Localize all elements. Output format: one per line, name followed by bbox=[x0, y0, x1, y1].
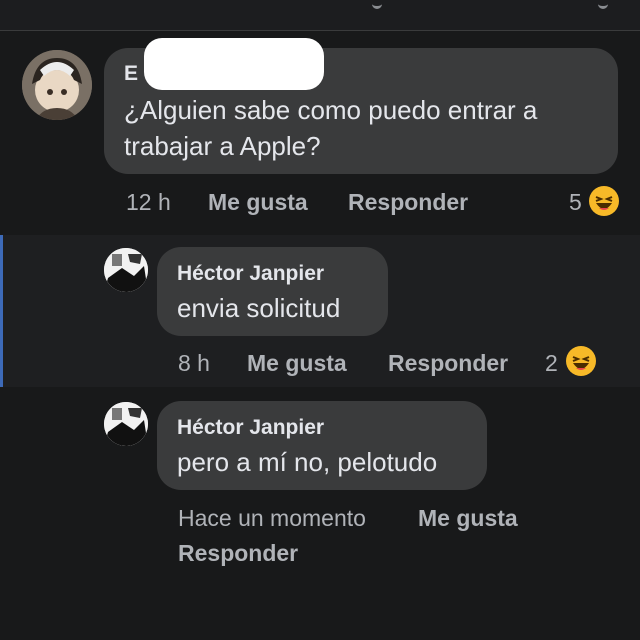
redaction-mark bbox=[144, 38, 324, 90]
top-bar-mark bbox=[372, 0, 382, 9]
reply-highlight-bar bbox=[0, 235, 3, 387]
top-bar bbox=[0, 0, 640, 31]
like-button[interactable]: Me gusta bbox=[208, 189, 308, 216]
avatar[interactable] bbox=[22, 50, 92, 120]
manga-avatar-icon bbox=[104, 248, 148, 292]
avatar[interactable] bbox=[104, 402, 148, 446]
comment-time[interactable]: Hace un momento bbox=[178, 505, 366, 532]
anime-avatar-icon bbox=[22, 50, 92, 120]
reaction-count[interactable]: 2 bbox=[545, 350, 558, 377]
laugh-emoji-icon[interactable] bbox=[589, 186, 619, 216]
reply-button[interactable]: Responder bbox=[348, 189, 468, 216]
laugh-emoji-icon[interactable] bbox=[566, 346, 596, 376]
comment-bubble[interactable]: Héctor Janpier pero a mí no, pelotudo bbox=[157, 401, 487, 490]
comment-time[interactable]: 8 h bbox=[178, 350, 210, 377]
reply-button[interactable]: Responder bbox=[178, 540, 298, 567]
avatar[interactable] bbox=[104, 248, 148, 292]
comment-bubble[interactable]: Héctor Janpier envia solicitud bbox=[157, 247, 388, 336]
like-button[interactable]: Me gusta bbox=[247, 350, 347, 377]
comment-text: envia solicitud bbox=[177, 293, 341, 323]
comment-text: pero a mí no, pelotudo bbox=[177, 447, 438, 477]
top-bar-mark bbox=[598, 0, 608, 9]
comment-text-line: ¿Alguien sabe como puedo entrar a bbox=[124, 95, 538, 125]
manga-avatar-icon bbox=[104, 402, 148, 446]
comment-author[interactable]: Héctor Janpier bbox=[177, 262, 324, 286]
reaction-count[interactable]: 5 bbox=[569, 189, 582, 216]
reply-button[interactable]: Responder bbox=[388, 350, 508, 377]
comment-text-line: trabajar a Apple? bbox=[124, 131, 321, 161]
like-button[interactable]: Me gusta bbox=[418, 505, 518, 532]
comment-author[interactable]: Héctor Janpier bbox=[177, 416, 324, 440]
comment-time[interactable]: 12 h bbox=[126, 189, 171, 216]
comment-bubble[interactable]: E ¿Alguien sabe como puedo entrar a trab… bbox=[104, 38, 618, 174]
comment-author[interactable]: E bbox=[124, 62, 138, 86]
